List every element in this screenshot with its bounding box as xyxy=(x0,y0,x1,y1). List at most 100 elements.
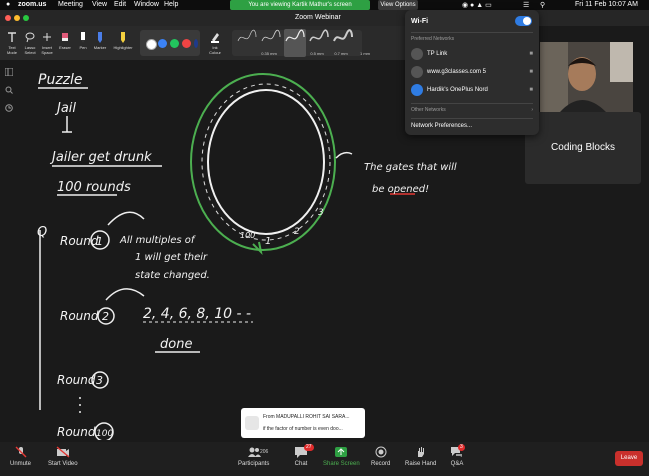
participant-video-frame xyxy=(540,42,633,112)
microphone-muted-icon xyxy=(15,446,26,458)
stroke-label: 1 mm xyxy=(360,51,370,56)
record-button[interactable]: Record xyxy=(371,446,390,467)
wb-circle-label-100: 100 xyxy=(240,231,255,240)
network-tp-link[interactable]: TP Link ■ xyxy=(411,48,533,62)
menu-help[interactable]: Help xyxy=(164,1,178,8)
network-g3classes[interactable]: www.g3classes.com 5 ■ xyxy=(411,66,533,80)
search-icon[interactable]: ⚲ xyxy=(540,1,545,9)
leave-button[interactable]: Leave xyxy=(615,451,643,466)
raise-hand-button[interactable]: Raise Hand xyxy=(405,446,436,467)
eraser-icon xyxy=(62,33,68,41)
start-video-button[interactable]: Start Video xyxy=(48,446,78,467)
color-red-swatch[interactable] xyxy=(182,39,191,48)
insert-space-tool[interactable]: Insert Space xyxy=(37,28,57,58)
eraser-tool[interactable]: Eraser xyxy=(55,28,75,58)
stroke-sample-icon xyxy=(237,29,257,42)
share-screen-button[interactable]: Share Screen xyxy=(323,446,360,467)
chat-label: Chat xyxy=(294,461,308,467)
qa-badge: 3 xyxy=(458,444,465,451)
network-preferences-item[interactable]: Network Preferences... xyxy=(411,123,533,129)
share-notice: You are viewing Kartik Mathur's screen xyxy=(230,0,370,10)
stroke-1-option[interactable]: 1 mm xyxy=(332,29,370,57)
chat-sender: From MADUPALLI ROHIT SAI SARA... xyxy=(263,414,350,420)
marker-tool[interactable]: Marker xyxy=(90,28,110,58)
wifi-icon xyxy=(411,84,423,96)
wb-round1-num: 1 xyxy=(96,235,103,248)
outer-gate-circle xyxy=(190,73,336,251)
participant-video[interactable] xyxy=(540,42,633,112)
wifi-menu: Wi-Fi Preferred Networks TP Link ■ www.g… xyxy=(405,10,539,135)
text-mode-tool[interactable]: Text Mode xyxy=(2,28,22,58)
menu-edit[interactable]: Edit xyxy=(114,1,126,8)
wifi-toggle[interactable] xyxy=(515,16,532,26)
highlighter-tool[interactable]: Highlighter xyxy=(110,28,136,58)
participants-label: Participants xyxy=(238,461,270,467)
wb-puzzle: Puzzle xyxy=(38,72,83,88)
color-navy-swatch[interactable] xyxy=(194,39,198,48)
color-blue-swatch[interactable] xyxy=(158,39,167,48)
ink-colour-tool[interactable]: Ink Colour xyxy=(204,28,226,58)
stroke-0-35-option[interactable]: 0.35 mm xyxy=(236,29,277,57)
history-icon[interactable] xyxy=(5,104,13,112)
color-white-swatch[interactable] xyxy=(146,39,157,50)
wb-round3: Round xyxy=(57,373,96,387)
marker-icon xyxy=(98,32,102,43)
wb-rounds: 100 rounds xyxy=(57,180,131,195)
chat-badge: 27 xyxy=(304,444,314,451)
share-screen-label: Share Screen xyxy=(323,461,360,467)
tool-label: Colour xyxy=(209,50,221,55)
tool-label: Space xyxy=(41,50,53,55)
inner-gate-circle xyxy=(207,89,325,235)
chevron-right-icon: › xyxy=(531,107,533,113)
menu-meeting[interactable]: Meeting xyxy=(58,1,83,8)
annotate-toolbar: Text Mode Lasso Select Insert Space Eras… xyxy=(0,26,410,60)
chat-notification[interactable]: From MADUPALLI ROHIT SAI SARA... if the … xyxy=(241,408,365,438)
highlighter-icon xyxy=(121,32,125,43)
chat-icon xyxy=(245,416,259,430)
lock-icon: ■ xyxy=(529,87,533,93)
apple-icon[interactable]: ● xyxy=(6,1,10,8)
sidebar-icon[interactable] xyxy=(5,68,13,76)
raise-hand-icon xyxy=(417,447,424,457)
network-name: TP Link xyxy=(427,51,448,57)
network-oneplus[interactable]: Hardik's OnePlus Nord ■ xyxy=(411,84,533,98)
stroke-sample-icon xyxy=(333,29,353,42)
search-icon[interactable] xyxy=(5,86,13,94)
stroke-0-35b-option[interactable]: 0.35 mm xyxy=(260,29,301,57)
wb-round1-note2: 1 will get their xyxy=(135,252,208,263)
window-title-bar: Zoom Webinar xyxy=(0,10,649,26)
lock-icon: ■ xyxy=(529,69,533,75)
wifi-status-icon[interactable]: ☰ xyxy=(523,1,529,9)
wifi-icon xyxy=(411,48,423,60)
menu-app[interactable]: zoom.us xyxy=(18,1,46,8)
wb-circle-label-2: 2 xyxy=(294,227,300,237)
unmute-button[interactable]: Unmute xyxy=(10,446,31,467)
divider xyxy=(411,118,533,119)
other-networks-item[interactable]: Other Networks › xyxy=(411,107,533,113)
wb-jail: Jail xyxy=(54,101,76,116)
network-name: www.g3classes.com 5 xyxy=(427,69,487,75)
tool-label: Mode xyxy=(6,50,17,55)
close-window-icon[interactable] xyxy=(5,15,11,21)
round2-arrow xyxy=(105,288,145,301)
wb-round3-num: 3 xyxy=(96,374,103,387)
gates-arrow xyxy=(335,151,353,159)
stroke-0-5-option[interactable]: 0.5 mm xyxy=(284,29,324,57)
maximize-window-icon[interactable] xyxy=(23,15,29,21)
stroke-0-7-option[interactable]: 0.7 mm xyxy=(308,29,348,57)
tool-label: Highlighter xyxy=(113,45,133,50)
wb-round2: Round xyxy=(60,309,99,323)
share-screen-icon xyxy=(335,447,348,457)
stroke-sample-icon xyxy=(285,29,305,42)
menu-view[interactable]: View xyxy=(92,1,107,8)
jail-arrow xyxy=(62,116,72,133)
wb-round100-num: 100 xyxy=(96,429,113,439)
participant-name-tile: Coding Blocks xyxy=(525,112,641,184)
menu-window[interactable]: Window xyxy=(134,1,159,8)
view-options-button[interactable]: View Options xyxy=(378,0,418,10)
network-name: Hardik's OnePlus Nord xyxy=(427,87,488,93)
color-green-swatch[interactable] xyxy=(170,39,179,48)
minimize-window-icon[interactable] xyxy=(14,15,20,21)
meeting-controls: Unmute Start Video Participants 206 Chat… xyxy=(0,442,649,476)
unmute-label: Unmute xyxy=(10,461,32,467)
